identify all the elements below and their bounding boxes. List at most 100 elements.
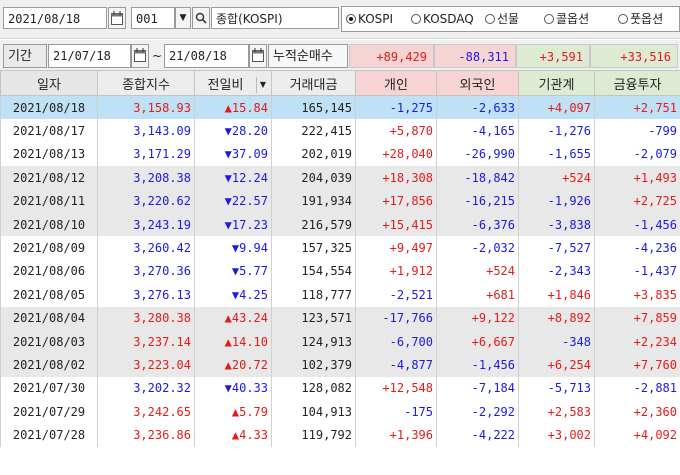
row-change: ▲ 5.79 bbox=[194, 400, 272, 424]
row-amount: 204,039 bbox=[271, 166, 356, 190]
radio-dot bbox=[618, 14, 628, 24]
change-value: 9.94 bbox=[239, 241, 268, 256]
col-header-individual[interactable]: 개인 bbox=[355, 70, 437, 96]
triangle-up-icon: ▲ bbox=[224, 311, 232, 326]
col-header-foreign[interactable]: 외국인 bbox=[436, 70, 519, 96]
radio-put-option[interactable]: 풋옵션 bbox=[618, 10, 663, 28]
row-institution: -3,838 bbox=[518, 212, 595, 237]
code-dropdown-button[interactable]: ▼ bbox=[175, 7, 191, 29]
row-amount: 165,145 bbox=[271, 95, 356, 120]
col-header-financial-investment[interactable]: 금융투자 bbox=[594, 70, 680, 96]
row-date: 2021/08/13 bbox=[0, 142, 98, 167]
radio-kospi[interactable]: KOSPI bbox=[346, 10, 393, 28]
row-financial-investment: +1,493 bbox=[594, 166, 680, 190]
row-change: ▲ 20.72 bbox=[194, 353, 272, 377]
row-index: 3,260.42 bbox=[97, 236, 195, 260]
radio-futures[interactable]: 선물 bbox=[485, 10, 519, 28]
row-amount: 119,792 bbox=[271, 423, 356, 447]
calendar-button[interactable] bbox=[108, 7, 126, 29]
investor-trend-table: 일자 종합지수 전일비 ▼ 거래대금 개인 외국인 기관계 금융투자 2021/0… bbox=[0, 70, 680, 447]
row-date: 2021/08/17 bbox=[0, 119, 98, 143]
col-header-date[interactable]: 일자 bbox=[0, 70, 98, 96]
row-financial-investment: -1,437 bbox=[594, 259, 680, 284]
table-row[interactable]: 2021/08/11 3,220.62 ▼ 22.57 191,934 +17,856 -1… bbox=[0, 189, 680, 213]
table-row[interactable]: 2021/08/03 3,237.14 ▲ 14.10 124,913 -6,700 +6,… bbox=[0, 329, 680, 354]
row-institution: +6,254 bbox=[518, 353, 595, 377]
table-row[interactable]: 2021/07/28 3,236.86 ▲ 4.33 119,792 +1,396 -4,2… bbox=[0, 423, 680, 447]
radio-kosdaq[interactable]: KOSDAQ bbox=[411, 10, 474, 28]
row-financial-investment: +2,360 bbox=[594, 400, 680, 424]
row-financial-investment: -799 bbox=[594, 119, 680, 143]
row-index: 3,237.14 bbox=[97, 329, 195, 354]
search-icon bbox=[195, 12, 207, 24]
col-header-institution[interactable]: 기관계 bbox=[518, 70, 595, 96]
table-row[interactable]: 2021/08/18 3,158.93 ▲ 15.84 165,145 -1,275 -2,… bbox=[0, 95, 680, 120]
row-index: 3,171.29 bbox=[97, 142, 195, 167]
index-code-input[interactable]: 001 bbox=[131, 7, 175, 29]
row-index: 3,270.36 bbox=[97, 259, 195, 284]
row-amount: 216,579 bbox=[271, 212, 356, 237]
row-financial-investment: -2,881 bbox=[594, 376, 680, 401]
start-calendar-button[interactable] bbox=[131, 44, 149, 68]
row-date: 2021/08/02 bbox=[0, 353, 98, 377]
row-index: 3,208.38 bbox=[97, 166, 195, 190]
radio-dot bbox=[485, 14, 495, 24]
total-financial-investment: +33,516 bbox=[590, 44, 678, 68]
row-change: ▲ 15.84 bbox=[194, 95, 272, 120]
radio-dot bbox=[411, 14, 421, 24]
col-header-index[interactable]: 종합지수 bbox=[97, 70, 195, 96]
table-row[interactable]: 2021/08/10 3,243.19 ▼ 17.23 216,579 +15,415 -6… bbox=[0, 212, 680, 237]
col-header-change[interactable]: 전일비 ▼ bbox=[194, 70, 272, 96]
search-button[interactable] bbox=[192, 7, 210, 29]
end-date-input[interactable]: 21/08/18 bbox=[164, 44, 249, 68]
row-amount: 191,934 bbox=[271, 189, 356, 213]
row-index: 3,220.62 bbox=[97, 189, 195, 213]
row-date: 2021/08/06 bbox=[0, 259, 98, 284]
calendar-icon bbox=[134, 48, 146, 62]
row-amount: 222,415 bbox=[271, 119, 356, 143]
row-change: ▲ 43.24 bbox=[194, 306, 272, 330]
table-row[interactable]: 2021/08/17 3,143.09 ▼ 28.20 222,415 +5,870 -4,… bbox=[0, 119, 680, 143]
row-foreign: -1,456 bbox=[436, 353, 519, 377]
table-header-row: 일자 종합지수 전일비 ▼ 거래대금 개인 외국인 기관계 금융투자 bbox=[0, 70, 680, 96]
row-financial-investment: -1,456 bbox=[594, 212, 680, 237]
date-input[interactable]: 2021/08/18 bbox=[3, 7, 107, 29]
table-row[interactable]: 2021/08/05 3,276.13 ▼ 4.25 118,777 -2,521 +681… bbox=[0, 283, 680, 307]
row-amount: 154,554 bbox=[271, 259, 356, 284]
sort-down-icon[interactable]: ▼ bbox=[256, 76, 269, 93]
calendar-icon bbox=[111, 11, 123, 25]
row-financial-investment: +2,751 bbox=[594, 95, 680, 120]
row-institution: -1,276 bbox=[518, 119, 595, 143]
table-row[interactable]: 2021/08/06 3,270.36 ▼ 5.77 154,554 +1,912 +524… bbox=[0, 259, 680, 284]
col-header-amount[interactable]: 거래대금 bbox=[271, 70, 356, 96]
row-financial-investment: -4,236 bbox=[594, 236, 680, 260]
change-value: 43.24 bbox=[231, 311, 268, 326]
start-date-input[interactable]: 21/07/18 bbox=[48, 44, 131, 68]
triangle-up-icon: ▲ bbox=[224, 100, 232, 115]
table-row[interactable]: 2021/08/13 3,171.29 ▼ 37.09 202,019 +28,040 -2… bbox=[0, 142, 680, 167]
row-individual: +1,912 bbox=[355, 259, 437, 284]
row-date: 2021/07/28 bbox=[0, 423, 98, 447]
row-index: 3,280.38 bbox=[97, 306, 195, 330]
row-individual: +17,856 bbox=[355, 189, 437, 213]
table-row[interactable]: 2021/08/09 3,260.42 ▼ 9.94 157,325 +9,497 -2,0… bbox=[0, 236, 680, 260]
row-foreign: -18,842 bbox=[436, 166, 519, 190]
row-date: 2021/08/12 bbox=[0, 166, 98, 190]
table-row[interactable]: 2021/07/30 3,202.32 ▼ 40.33 128,082 +12,548 -7… bbox=[0, 376, 680, 401]
radio-call-option[interactable]: 콜옵션 bbox=[544, 10, 589, 28]
row-amount: 123,571 bbox=[271, 306, 356, 330]
end-calendar-button[interactable] bbox=[249, 44, 267, 68]
row-index: 3,223.04 bbox=[97, 353, 195, 377]
row-index: 3,243.19 bbox=[97, 212, 195, 237]
row-institution: -348 bbox=[518, 329, 595, 354]
change-value: 28.20 bbox=[231, 124, 268, 139]
row-individual: +12,548 bbox=[355, 376, 437, 401]
row-foreign: -2,032 bbox=[436, 236, 519, 260]
row-amount: 124,913 bbox=[271, 329, 356, 354]
row-index: 3,143.09 bbox=[97, 119, 195, 143]
table-row[interactable]: 2021/08/02 3,223.04 ▲ 20.72 102,379 -4,877 -1,… bbox=[0, 353, 680, 377]
table-row[interactable]: 2021/08/12 3,208.38 ▼ 12.24 204,039 +18,308 -1… bbox=[0, 166, 680, 190]
table-row[interactable]: 2021/07/29 3,242.65 ▲ 5.79 104,913 -175 -2,292… bbox=[0, 400, 680, 424]
table-row[interactable]: 2021/08/04 3,280.38 ▲ 43.24 123,571 -17,766 +9… bbox=[0, 306, 680, 330]
row-foreign: -2,292 bbox=[436, 400, 519, 424]
